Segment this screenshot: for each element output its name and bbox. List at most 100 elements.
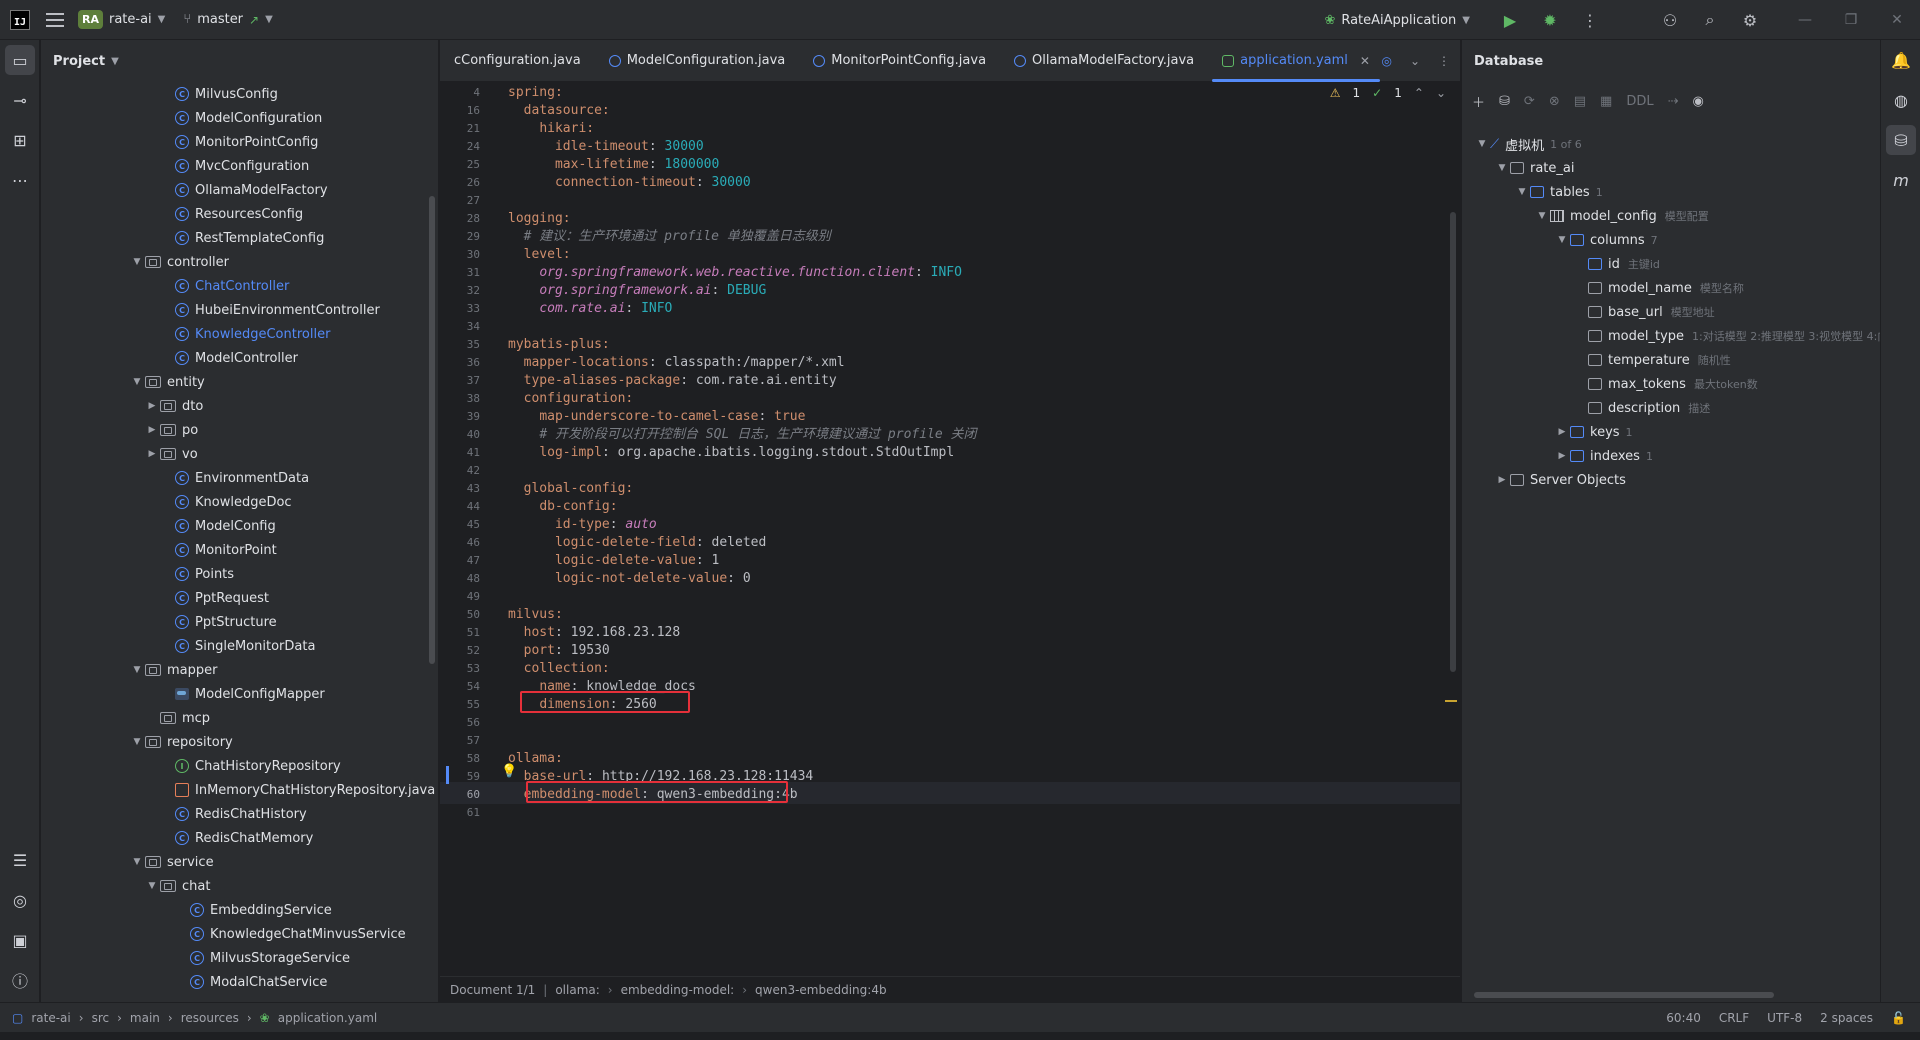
tree-item[interactable]: ▼ controller — [129, 250, 230, 274]
path-segment[interactable]: src — [92, 1011, 110, 1025]
close-icon[interactable]: ✕ — [1874, 12, 1920, 28]
indent-setting[interactable]: 2 spaces — [1820, 1011, 1873, 1025]
todo-list-icon[interactable]: ☰ — [5, 845, 35, 875]
column-row[interactable]: description 描述 — [1588, 396, 1710, 420]
tree-item[interactable]: C HubeiEnvironmentController — [175, 298, 380, 322]
tree-item[interactable]: C SingleMonitorData — [175, 634, 315, 658]
editor-scrollbar[interactable] — [1450, 212, 1456, 672]
path-segment[interactable]: resources — [181, 1011, 239, 1025]
chevron-right-icon[interactable]: ▶ — [144, 425, 160, 435]
tree-item[interactable]: C ModelConfig — [175, 514, 276, 538]
path-segment[interactable]: main — [130, 1011, 160, 1025]
view-options-icon[interactable]: ◉ — [1693, 94, 1704, 109]
tab-ollama-model-factory[interactable]: OllamaModelFactory.java — [1000, 40, 1208, 82]
disconnect-icon[interactable]: ⊗ — [1549, 94, 1560, 109]
project-switcher[interactable]: RA rate-ai ▼ — [78, 10, 165, 29]
tree-item[interactable]: C ModalChatService — [190, 970, 327, 994]
tree-item[interactable]: C MvcConfiguration — [175, 154, 309, 178]
tree-item[interactable]: C Points — [175, 562, 234, 586]
structure-tool-icon[interactable]: ⊞ — [5, 125, 35, 155]
tree-item[interactable]: ▶ po — [144, 418, 199, 442]
add-user-icon[interactable]: ⚇ — [1650, 11, 1690, 30]
tree-item[interactable]: ▼ repository — [129, 730, 233, 754]
tree-item[interactable]: I ChatHistoryRepository — [175, 754, 341, 778]
column-row[interactable]: base_url 模型地址 — [1588, 300, 1715, 324]
project-tool-icon[interactable]: ▭ — [5, 45, 35, 75]
project-panel-header[interactable]: Project ▼ — [41, 40, 438, 82]
server-objects-node[interactable]: ▶ Server Objects — [1494, 468, 1626, 492]
tree-item[interactable]: C MilvusConfig — [175, 82, 278, 106]
schema-node[interactable]: ▼ rate_ai — [1494, 156, 1575, 180]
tree-item[interactable]: C EnvironmentData — [175, 466, 309, 490]
column-row[interactable]: id 主键id — [1588, 252, 1660, 276]
column-row[interactable]: model_name 模型名称 — [1588, 276, 1744, 300]
branch-switcher[interactable]: ⑂ master ↗ ▼ — [183, 12, 272, 27]
tree-item[interactable]: ▼ entity — [129, 370, 205, 394]
commit-tool-icon[interactable]: ⊸ — [5, 85, 35, 115]
breadcrumb-document[interactable]: Document 1/1 — [450, 983, 535, 997]
tree-item[interactable]: C EmbeddingService — [190, 898, 332, 922]
ddl-button[interactable]: DDL — [1626, 94, 1653, 109]
tree-item[interactable]: ▼ chat — [144, 874, 211, 898]
tree-item[interactable]: C MilvusStorageService — [190, 946, 350, 970]
datasource-properties-icon[interactable]: ⛁ — [1499, 94, 1510, 109]
ide-logo-icon[interactable]: IJ — [10, 9, 30, 30]
main-menu-icon[interactable] — [46, 12, 64, 27]
notifications-icon[interactable]: 🔔 — [1886, 45, 1916, 75]
tab-configuration[interactable]: cConfiguration.java — [440, 40, 595, 82]
tree-item[interactable]: InMemoryChatHistoryRepository.java — [175, 778, 435, 802]
tree-item[interactable]: C RedisChatHistory — [175, 802, 307, 826]
database-scrollbar[interactable] — [1474, 992, 1774, 998]
jump-icon[interactable]: ⇢ — [1668, 94, 1679, 109]
read-only-lock-icon[interactable]: 🔓 — [1891, 1011, 1906, 1025]
breadcrumb-embedding-model[interactable]: embedding-model: — [621, 983, 735, 997]
tree-item[interactable]: C PptRequest — [175, 586, 269, 610]
breadcrumb-ollama[interactable]: ollama: — [555, 983, 599, 997]
debug-icon[interactable]: ✹ — [1530, 11, 1570, 30]
tree-item[interactable]: ▶ vo — [144, 442, 198, 466]
more-actions-icon[interactable]: ⋮ — [1570, 11, 1610, 30]
maven-icon[interactable]: m — [1886, 165, 1916, 195]
tree-item[interactable]: C ChatController — [175, 274, 289, 298]
project-scrollbar[interactable] — [429, 196, 435, 664]
services-icon[interactable]: ◎ — [5, 885, 35, 915]
tree-item[interactable]: C KnowledgeDoc — [175, 490, 292, 514]
refresh-icon[interactable]: ⟳ — [1524, 94, 1535, 109]
database-tool-icon[interactable]: ⛁ — [1886, 125, 1916, 155]
more-tools-icon[interactable]: ⋯ — [5, 165, 35, 195]
class-icon[interactable]: ◎ — [1381, 54, 1391, 68]
keys-node[interactable]: ▶ keys 1 — [1554, 420, 1633, 444]
tree-item[interactable]: C RedisChatMemory — [175, 826, 313, 850]
tree-item[interactable]: C ResourcesConfig — [175, 202, 303, 226]
tree-item[interactable]: C MonitorPointConfig — [175, 130, 318, 154]
more-tabs-icon[interactable]: ⋮ — [1438, 54, 1450, 68]
tab-monitor-point-config[interactable]: MonitorPointConfig.java — [799, 40, 1000, 82]
chevron-down-icon[interactable]: ▼ — [129, 737, 145, 747]
tree-item[interactable]: C OllamaModelFactory — [175, 178, 328, 202]
tree-item[interactable]: mcp — [144, 706, 210, 730]
run-config-selector[interactable]: ❀ RateAiApplication ▼ — [1324, 13, 1470, 28]
tree-item[interactable]: C RestTemplateConfig — [175, 226, 324, 250]
chevron-right-icon[interactable]: ▶ — [144, 449, 160, 459]
tree-item[interactable]: ModelConfigMapper — [175, 682, 325, 706]
tree-item[interactable]: ▼ service — [129, 850, 214, 874]
table-view-icon[interactable]: ▦ — [1600, 94, 1612, 109]
tab-model-configuration[interactable]: ModelConfiguration.java — [595, 40, 800, 82]
column-row[interactable]: temperature 随机性 — [1588, 348, 1731, 372]
tree-item[interactable]: C MonitorPoint — [175, 538, 277, 562]
code-area[interactable]: 4 16 21 24 25 26 27 28 29 30 31 32 33 34 35 36 37 38 39 40 4… — [440, 82, 1460, 976]
tree-item[interactable]: ▼ mapper — [129, 658, 218, 682]
chevron-down-icon[interactable]: ⌄ — [1410, 54, 1420, 68]
chevron-right-icon[interactable]: ▶ — [144, 401, 160, 411]
close-tab-icon[interactable]: ✕ — [1360, 54, 1370, 68]
tree-item[interactable]: C KnowledgeController — [175, 322, 330, 346]
path-segment[interactable]: application.yaml — [278, 1011, 378, 1025]
column-row[interactable]: model_type 1:对话模型 2:推理模型 3:视觉模型 4:向 — [1588, 324, 1880, 348]
tree-item[interactable]: C PptStructure — [175, 610, 277, 634]
settings-gear-icon[interactable]: ⚙ — [1730, 11, 1770, 30]
chevron-down-icon[interactable]: ▼ — [129, 257, 145, 267]
table-node-model-config[interactable]: ▼ model_config 模型配置 — [1534, 204, 1709, 228]
caret-position[interactable]: 60:40 — [1666, 1011, 1701, 1025]
indexes-node[interactable]: ▶ indexes 1 — [1554, 444, 1653, 468]
tree-item[interactable]: C ModelController — [175, 346, 298, 370]
